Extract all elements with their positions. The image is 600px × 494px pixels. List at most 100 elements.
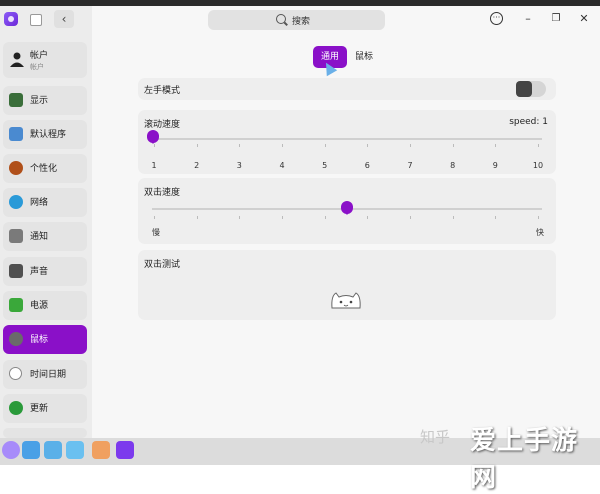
- mail-icon[interactable]: [92, 441, 110, 459]
- maximize-button[interactable]: ❐: [549, 12, 563, 26]
- scroll-speed-slider-thumb[interactable]: [147, 130, 159, 144]
- sidebar-item-label: 网络: [30, 198, 49, 208]
- display-icon: [9, 93, 23, 107]
- app-store-icon[interactable]: [66, 441, 84, 459]
- sidebar-toggle-icon[interactable]: [30, 14, 42, 26]
- scroll-speed-tick-mark: [154, 144, 155, 147]
- settings-window: ‹ 帐户 帐户 显示 默认程序 个性化 网络 通知 声音 电源 鼠标 时间日期 …: [0, 6, 600, 438]
- sidebar-item-power[interactable]: 电源: [3, 291, 87, 320]
- sidebar-item-mouse[interactable]: 鼠标: [3, 325, 87, 354]
- sidebar-item-display[interactable]: 显示: [3, 86, 87, 115]
- user-avatar-icon: [10, 52, 24, 67]
- default-apps-icon: [9, 127, 23, 141]
- scroll-speed-tick-mark: [196, 144, 198, 147]
- sidebar-header: ‹: [0, 6, 92, 34]
- double-click-speed-slider-thumb[interactable]: [341, 201, 353, 215]
- double-click-speed-card: 双击速度 慢 快: [138, 178, 556, 244]
- fast-label: 快: [536, 228, 544, 237]
- close-button[interactable]: ✕: [577, 12, 591, 26]
- scroll-speed-card: 滚动速度 speed: 1 1 2 3 4 5 6 7 8 9 10: [138, 110, 556, 174]
- toggle-knob: [516, 81, 532, 97]
- double-click-test-card: 双击测试: [138, 250, 556, 320]
- sidebar-item-default-apps[interactable]: 默认程序: [3, 120, 87, 149]
- scroll-speed-value: speed: 1: [509, 117, 548, 127]
- sidebar-item-label: 更新: [30, 404, 49, 414]
- scroll-speed-tick-label: 7: [407, 161, 413, 170]
- menu-button[interactable]: ···: [490, 12, 503, 25]
- double-click-speed-tick-mark: [324, 216, 326, 219]
- watermark-logo: 爱上手游网: [470, 426, 579, 493]
- sidebar-item-label: 鼠标: [30, 335, 49, 345]
- scroll-speed-tick-label: 2: [194, 161, 200, 170]
- scroll-speed-tick-label: 9: [492, 161, 498, 170]
- sound-icon: [9, 264, 23, 278]
- sidebar-item-label: 默认程序: [30, 130, 67, 140]
- minimize-button[interactable]: –: [521, 12, 535, 26]
- double-click-speed-tick-mark: [410, 216, 411, 219]
- double-click-speed-label: 双击速度: [144, 188, 181, 198]
- slow-label: 慢: [152, 228, 160, 237]
- tab-mouse[interactable]: 鼠标: [351, 46, 377, 68]
- mouse-icon: [9, 332, 23, 346]
- sidebar-item-network[interactable]: 网络: [3, 188, 87, 217]
- scroll-speed-tick-mark: [324, 144, 326, 147]
- sidebar-item-notification[interactable]: 通知: [3, 222, 87, 251]
- left-hand-mode-label: 左手模式: [144, 86, 181, 96]
- scroll-speed-tick-mark: [495, 144, 497, 147]
- double-click-speed-tick-mark: [154, 216, 155, 219]
- sidebar-item-partial[interactable]: [3, 428, 87, 438]
- scroll-speed-tick-label: 8: [450, 161, 456, 170]
- network-icon: [9, 195, 23, 209]
- scroll-speed-tick-label: 10: [532, 161, 544, 170]
- notification-icon: [9, 229, 23, 243]
- scroll-speed-track[interactable]: [152, 138, 542, 140]
- scroll-speed-tick-label: 6: [364, 161, 370, 170]
- control-center-icon[interactable]: [116, 441, 134, 459]
- sidebar-item-datetime[interactable]: 时间日期: [3, 360, 87, 389]
- watermark-text: 知乎: [420, 428, 451, 446]
- back-button[interactable]: ‹: [54, 10, 74, 28]
- sidebar-item-label: 时间日期: [30, 370, 67, 380]
- sidebar-item-label: 个性化: [30, 164, 58, 174]
- search-icon: [276, 14, 286, 24]
- double-click-speed-tick-mark: [452, 216, 454, 219]
- file-manager-icon[interactable]: [22, 441, 40, 459]
- scroll-speed-tick-mark: [452, 144, 454, 147]
- sidebar-item-update[interactable]: 更新: [3, 394, 87, 423]
- sidebar-item-label: 通知: [30, 232, 49, 242]
- double-click-speed-tick-mark: [495, 216, 497, 219]
- left-hand-mode-card: 左手模式: [138, 78, 556, 100]
- double-click-speed-tick-mark: [239, 216, 241, 219]
- search-box[interactable]: 搜索: [208, 10, 385, 30]
- double-click-speed-tick-mark: [367, 216, 369, 219]
- sidebar-item-sound[interactable]: 声音: [3, 257, 87, 286]
- double-click-speed-tick-mark: [196, 216, 198, 219]
- launcher-icon[interactable]: [2, 441, 20, 459]
- scroll-speed-tick-label: 1: [151, 161, 157, 170]
- double-click-test-cat-icon[interactable]: [328, 288, 364, 310]
- sidebar-item-label: 电源: [30, 301, 49, 311]
- control-center-logo-icon: [4, 12, 18, 26]
- scroll-speed-tick-label: 5: [322, 161, 328, 170]
- scroll-speed-tick-label: 4: [279, 161, 285, 170]
- sidebar-item-account[interactable]: 帐户 帐户: [3, 42, 87, 78]
- sidebar-item-label: 帐户: [30, 51, 49, 61]
- update-icon: [9, 401, 23, 415]
- sidebar-item-personalization[interactable]: 个性化: [3, 154, 87, 183]
- sidebar-item-sublabel: 帐户: [30, 63, 44, 71]
- scroll-speed-tick-mark: [282, 144, 283, 147]
- scroll-speed-tick-label: 3: [236, 161, 242, 170]
- left-hand-mode-toggle[interactable]: [516, 81, 546, 97]
- scroll-speed-tick-mark: [367, 144, 369, 147]
- double-click-speed-tick-mark: [538, 216, 539, 219]
- sidebar: ‹ 帐户 帐户 显示 默认程序 个性化 网络 通知 声音 电源 鼠标 时间日期 …: [0, 6, 92, 438]
- scroll-speed-tick-mark: [538, 144, 539, 147]
- power-icon: [9, 298, 23, 312]
- search-placeholder: 搜索: [292, 17, 311, 27]
- browser-icon[interactable]: [44, 441, 62, 459]
- sidebar-item-label: 显示: [30, 96, 49, 106]
- double-click-test-label: 双击测试: [144, 260, 181, 270]
- scroll-speed-tick-mark: [239, 144, 241, 147]
- scroll-speed-label: 滚动速度: [144, 120, 181, 130]
- clock-icon: [9, 367, 22, 380]
